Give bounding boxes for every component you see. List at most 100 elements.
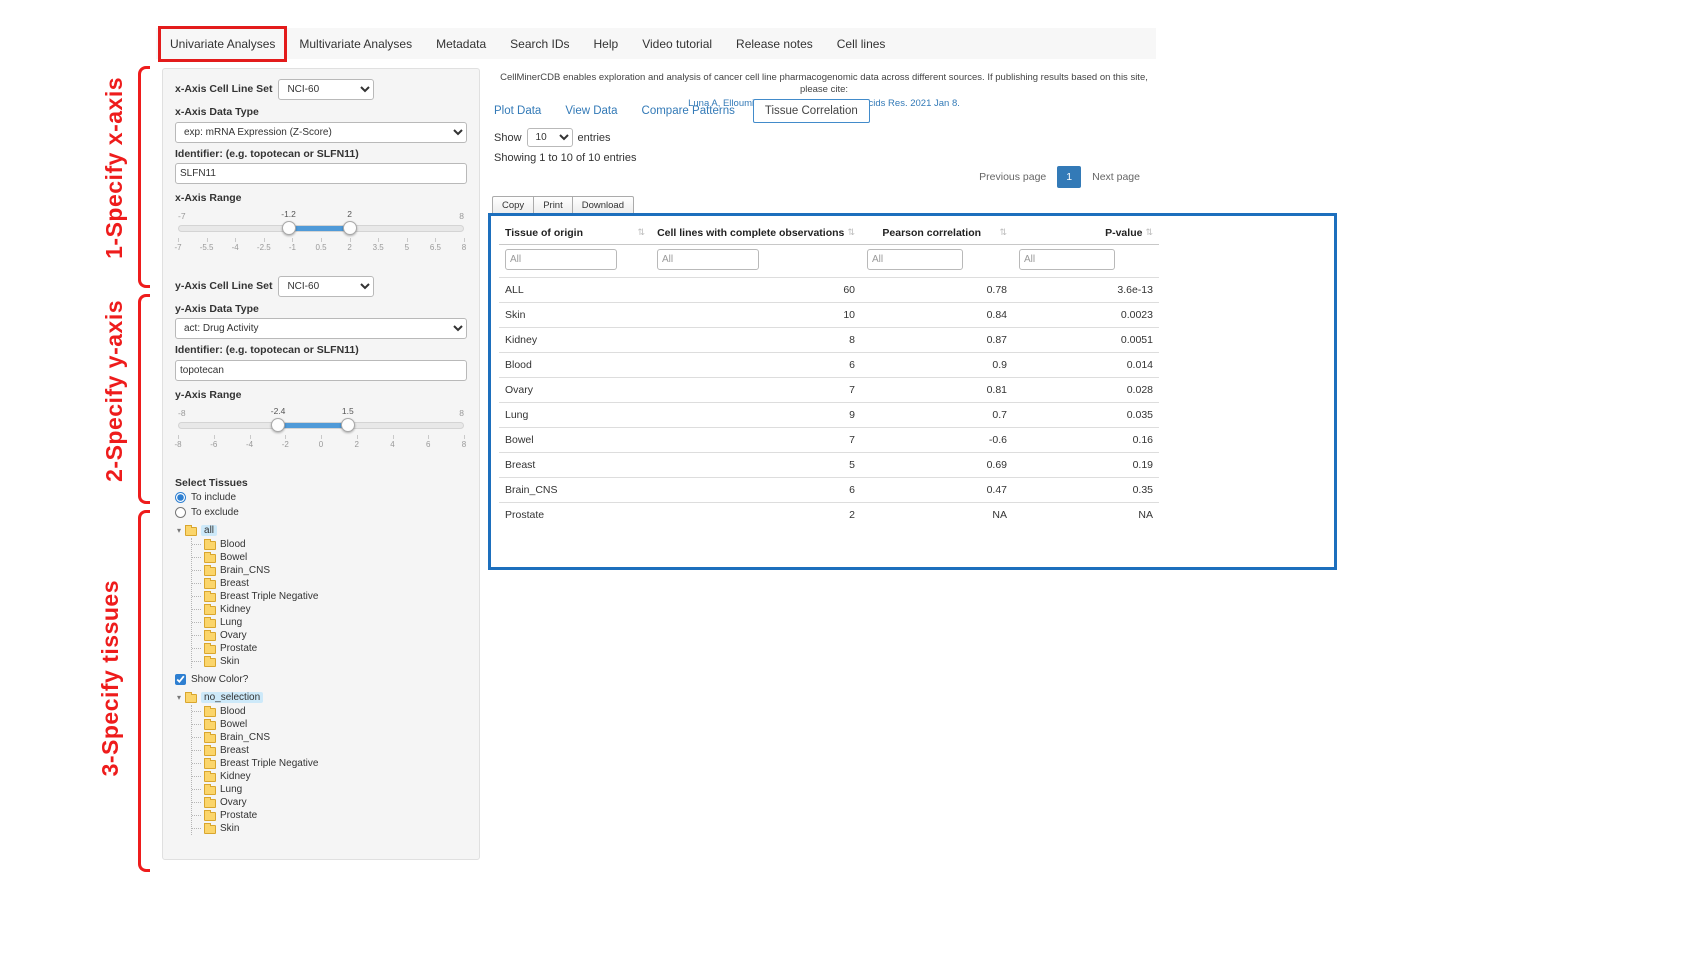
include-tree-item-skin[interactable]: Skin xyxy=(192,655,467,668)
show-color-row[interactable]: Show Color? xyxy=(175,674,467,685)
slider-handle-high[interactable] xyxy=(341,418,355,432)
exclude-radio[interactable] xyxy=(175,507,186,518)
y-identifier-input[interactable] xyxy=(175,360,467,381)
folder-icon xyxy=(204,632,216,641)
color-tree-item-brain-cns[interactable]: Brain_CNS xyxy=(192,731,467,744)
include-tree-item-brain-cns[interactable]: Brain_CNS xyxy=(192,564,467,577)
folder-icon xyxy=(204,541,216,550)
nav-item-help[interactable]: Help xyxy=(582,37,631,51)
slider-max-label: 8 xyxy=(459,211,464,221)
y-identifier-label: Identifier: (e.g. topotecan or SLFN11) xyxy=(175,344,467,357)
include-radio[interactable] xyxy=(175,492,186,503)
slider-tick xyxy=(435,238,436,242)
slider-track[interactable] xyxy=(178,422,464,429)
nav-item-cell-lines[interactable]: Cell lines xyxy=(825,37,898,51)
include-tree-item-breast-triple-negative[interactable]: Breast Triple Negative xyxy=(192,590,467,603)
previous-page-button[interactable]: Previous page xyxy=(971,166,1054,188)
nav-item-metadata[interactable]: Metadata xyxy=(424,37,498,51)
y-range-slider[interactable]: -8 8 -2.4 1.5 -8-6-4-202468 xyxy=(178,405,464,455)
y-data-type-select[interactable]: act: Drug Activity xyxy=(175,318,467,339)
include-tree-item-label: Lung xyxy=(220,617,242,628)
filter-input-cell-lines-with-complete-observations[interactable] xyxy=(657,249,759,270)
table-row[interactable]: ALL600.783.6e-13 xyxy=(499,278,1159,303)
include-tree-item-blood[interactable]: Blood xyxy=(192,538,467,551)
nav-item-multivariate-analyses[interactable]: Multivariate Analyses xyxy=(287,37,424,51)
x-identifier-input[interactable] xyxy=(175,163,467,184)
color-tree-item-label: Ovary xyxy=(220,797,247,808)
table-row[interactable]: Ovary70.810.028 xyxy=(499,378,1159,403)
tab-tissue-correlation[interactable]: Tissue Correlation xyxy=(753,99,870,123)
table-cell: 10 xyxy=(651,303,861,328)
slider-track[interactable] xyxy=(178,225,464,232)
nav-item-video-tutorial[interactable]: Video tutorial xyxy=(630,37,724,51)
page-length-select[interactable]: 10 xyxy=(527,128,573,147)
include-tree-item-bowel[interactable]: Bowel xyxy=(192,551,467,564)
table-row[interactable]: Prostate2NANA xyxy=(499,503,1159,528)
tab-plot-data[interactable]: Plot Data xyxy=(494,105,541,117)
color-tree-item-label: Skin xyxy=(220,823,239,834)
nav-item-univariate-analyses[interactable]: Univariate Analyses xyxy=(158,26,287,62)
table-row[interactable]: Brain_CNS60.470.35 xyxy=(499,478,1159,503)
filter-input-pearson-correlation[interactable] xyxy=(867,249,963,270)
slider-handle-low[interactable] xyxy=(282,221,296,235)
color-tree-item-blood[interactable]: Blood xyxy=(192,705,467,718)
slider-handle-high[interactable] xyxy=(343,221,357,235)
color-tree-item-ovary[interactable]: Ovary xyxy=(192,796,467,809)
table-cell: 0.87 xyxy=(861,328,1013,353)
slider-to-label: 2 xyxy=(347,209,352,219)
column-header-pearson-correlation[interactable]: ⇅Pearson correlation xyxy=(861,220,1013,245)
column-header-cell-lines-with-complete-observations[interactable]: ⇅Cell lines with complete observations xyxy=(651,220,861,245)
x-data-type-select[interactable]: exp: mRNA Expression (Z-Score) xyxy=(175,122,467,143)
color-tree-item-kidney[interactable]: Kidney xyxy=(192,770,467,783)
tab-view-data[interactable]: View Data xyxy=(565,105,617,117)
slider-handle-low[interactable] xyxy=(271,418,285,432)
x-cell-line-set-label: x-Axis Cell Line Set xyxy=(175,83,272,96)
sort-icon: ⇅ xyxy=(637,227,645,238)
include-radio-row[interactable]: To include xyxy=(175,492,467,503)
table-row[interactable]: Skin100.840.0023 xyxy=(499,303,1159,328)
color-tree-item-bowel[interactable]: Bowel xyxy=(192,718,467,731)
slider-tick xyxy=(321,238,322,242)
folder-icon xyxy=(204,825,216,834)
show-color-checkbox[interactable] xyxy=(175,674,186,685)
slider-tick xyxy=(464,435,465,439)
include-tree-root-node[interactable]: ▾all xyxy=(177,523,467,538)
include-tree-item-ovary[interactable]: Ovary xyxy=(192,629,467,642)
color-tree-item-lung[interactable]: Lung xyxy=(192,783,467,796)
color-tree-item-label: Breast Triple Negative xyxy=(220,758,318,769)
table-row[interactable]: Kidney80.870.0051 xyxy=(499,328,1159,353)
table-row[interactable]: Lung90.70.035 xyxy=(499,403,1159,428)
nav-item-release-notes[interactable]: Release notes xyxy=(724,37,825,51)
exclude-radio-row[interactable]: To exclude xyxy=(175,507,467,518)
slider-tick xyxy=(214,435,215,439)
page-number-button[interactable]: 1 xyxy=(1057,166,1081,188)
slider-tick-label: 2 xyxy=(355,440,359,449)
filter-input-tissue-of-origin[interactable] xyxy=(505,249,617,270)
color-tree-root-node[interactable]: ▾no_selection xyxy=(177,690,467,705)
column-header-tissue-of-origin[interactable]: ⇅Tissue of origin xyxy=(499,220,651,245)
slider-max-label: 8 xyxy=(459,408,464,418)
table-row[interactable]: Bowel7-0.60.16 xyxy=(499,428,1159,453)
column-header-p-value[interactable]: ⇅P-value xyxy=(1013,220,1159,245)
tab-compare-patterns[interactable]: Compare Patterns xyxy=(642,105,735,117)
include-tree-item-prostate[interactable]: Prostate xyxy=(192,642,467,655)
filter-input-p-value[interactable] xyxy=(1019,249,1115,270)
next-page-button[interactable]: Next page xyxy=(1084,166,1148,188)
include-tree-item-lung[interactable]: Lung xyxy=(192,616,467,629)
table-cell: 7 xyxy=(651,378,861,403)
include-tree-item-breast[interactable]: Breast xyxy=(192,577,467,590)
x-range-slider[interactable]: -7 8 -1.2 2 -7-5.5-4-2.5-10.523.556.58 xyxy=(178,208,464,258)
table-row[interactable]: Breast50.690.19 xyxy=(499,453,1159,478)
table-row[interactable]: Blood60.90.014 xyxy=(499,353,1159,378)
include-tree-item-kidney[interactable]: Kidney xyxy=(192,603,467,616)
table-cell: 5 xyxy=(651,453,861,478)
color-tree-item-breast[interactable]: Breast xyxy=(192,744,467,757)
slider-tick xyxy=(207,238,208,242)
x-cell-line-set-select[interactable]: NCI-60 xyxy=(278,79,374,100)
color-tree-item-breast-triple-negative[interactable]: Breast Triple Negative xyxy=(192,757,467,770)
color-tree-item-prostate[interactable]: Prostate xyxy=(192,809,467,822)
y-cell-line-set-label: y-Axis Cell Line Set xyxy=(175,280,272,293)
color-tree-item-skin[interactable]: Skin xyxy=(192,822,467,835)
nav-item-search-ids[interactable]: Search IDs xyxy=(498,37,581,51)
y-cell-line-set-select[interactable]: NCI-60 xyxy=(278,276,374,297)
